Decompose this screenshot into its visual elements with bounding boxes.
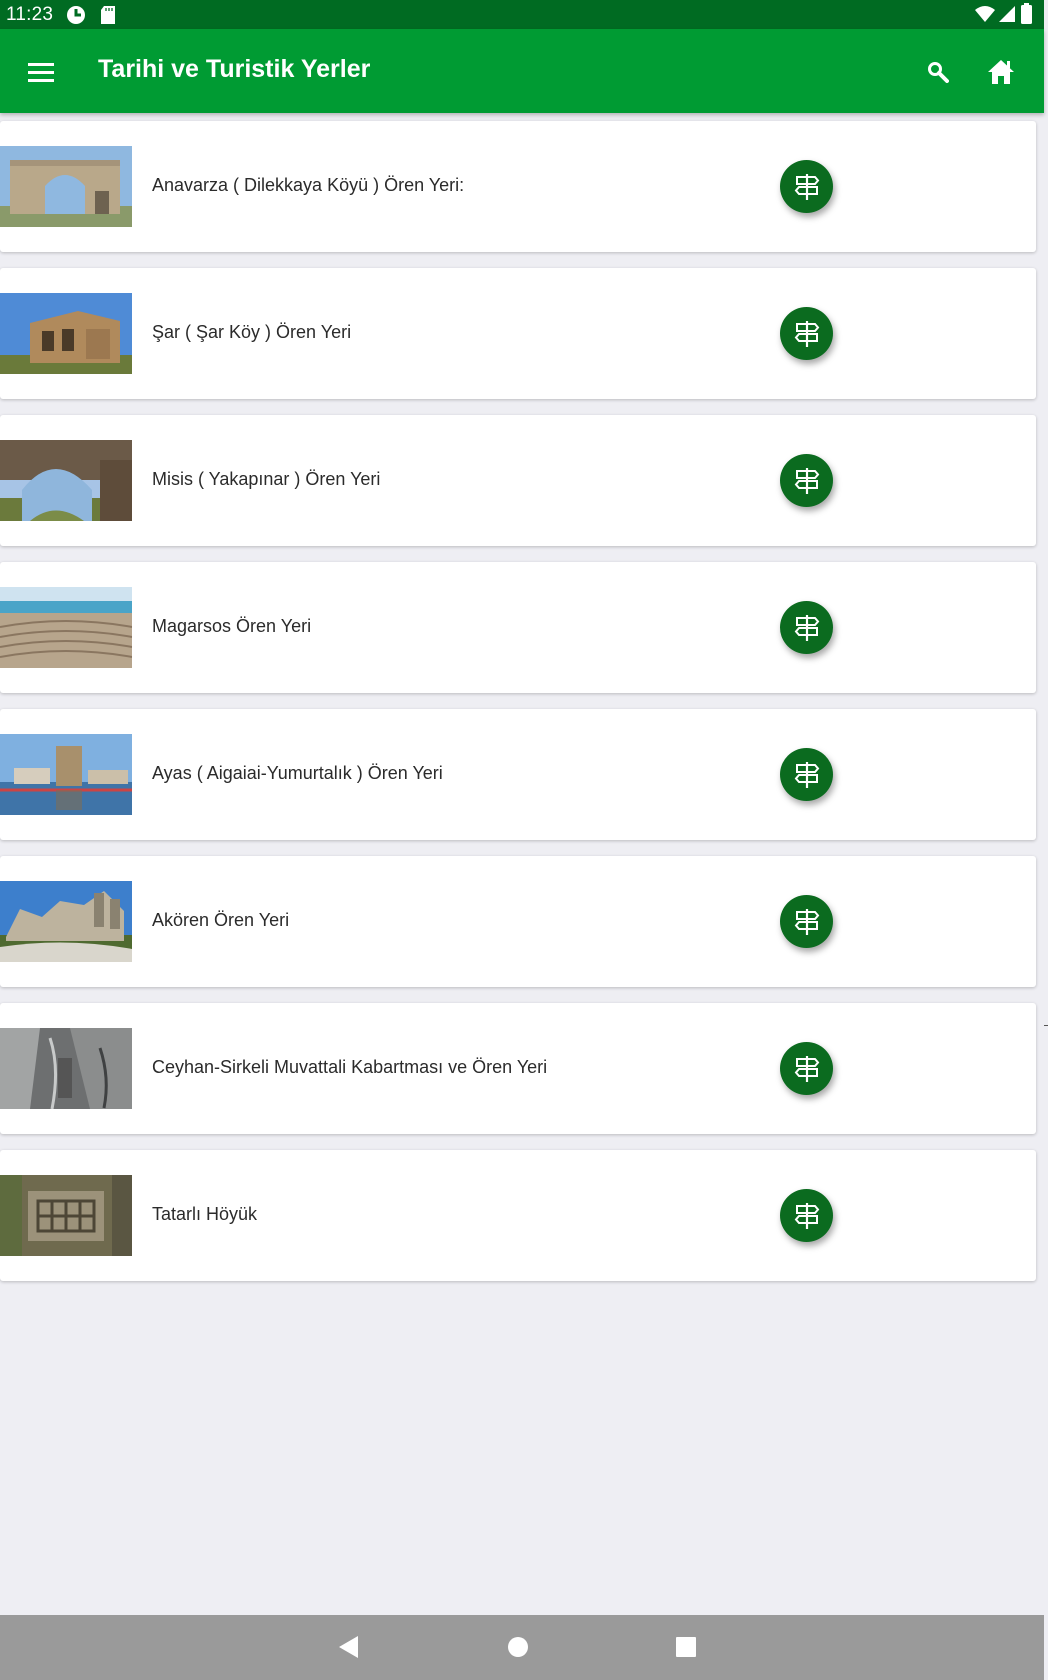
signpost-icon[interactable] [780,307,833,360]
status-bar: 11:23 [0,0,1044,29]
place-thumbnail [0,293,132,374]
recents-square-icon[interactable] [668,1629,704,1665]
screen-edge-mark [1044,1025,1048,1026]
place-card[interactable]: Misis ( Yakapınar ) Ören Yeri [0,415,1036,546]
place-name: Misis ( Yakapınar ) Ören Yeri [152,469,381,489]
signpost-icon[interactable] [780,895,833,948]
signpost-icon[interactable] [780,160,833,213]
place-card[interactable]: Ayas ( Aigaiai-Yumurtalık ) Ören Yeri [0,709,1036,840]
status-time: 11:23 [6,4,54,25]
place-thumbnail [0,146,132,227]
place-card[interactable]: Akören Ören Yeri [0,856,1036,987]
place-name: Akören Ören Yeri [152,910,290,930]
place-name: Şar ( Şar Köy ) Ören Yeri [152,322,352,342]
place-card[interactable]: Anavarza ( Dilekkaya Köyü ) Ören Yeri: [0,121,1036,252]
wifi-icon [974,5,996,28]
place-thumbnail [0,734,132,815]
place-thumbnail [0,1175,132,1256]
home-circle-icon[interactable] [500,1629,536,1665]
signpost-icon[interactable] [780,454,833,507]
place-thumbnail [0,440,132,521]
place-card[interactable]: Magarsos Ören Yeri [0,562,1036,693]
signpost-icon[interactable] [780,748,833,801]
place-name: Magarsos Ören Yeri [152,616,312,636]
signpost-icon[interactable] [780,1189,833,1242]
data-saver-icon [66,5,86,30]
page-title: Tarihi ve Turistik Yerler [98,55,371,83]
back-triangle-icon[interactable] [331,1629,367,1665]
hamburger-menu-icon[interactable] [22,53,60,91]
place-thumbnail [0,1028,132,1109]
battery-icon [1021,3,1032,29]
place-name: Ceyhan-Sirkeli Muvattali Kabartması ve Ö… [152,1057,548,1077]
place-name: Tatarlı Höyük [152,1204,258,1224]
place-card[interactable]: Ceyhan-Sirkeli Muvattali Kabartması ve Ö… [0,1003,1036,1134]
home-icon[interactable] [982,53,1020,91]
place-name: Ayas ( Aigaiai-Yumurtalık ) Ören Yeri [152,763,443,783]
place-thumbnail [0,587,132,668]
search-icon[interactable] [919,53,957,91]
place-name: Anavarza ( Dilekkaya Köyü ) Ören Yeri: [152,175,465,195]
place-thumbnail [0,881,132,962]
place-card[interactable]: Şar ( Şar Köy ) Ören Yeri [0,268,1036,399]
signal-icon [998,5,1016,28]
signpost-icon[interactable] [780,601,833,654]
app-screen: 11:23 Tarihi ve Turistik Yerler Anavarza… [0,0,1044,1680]
system-nav-bar [0,1615,1044,1680]
sd-card-icon [100,5,116,30]
place-card[interactable]: Tatarlı Höyük [0,1150,1036,1281]
app-bar: Tarihi ve Turistik Yerler [0,29,1044,113]
signpost-icon[interactable] [780,1042,833,1095]
